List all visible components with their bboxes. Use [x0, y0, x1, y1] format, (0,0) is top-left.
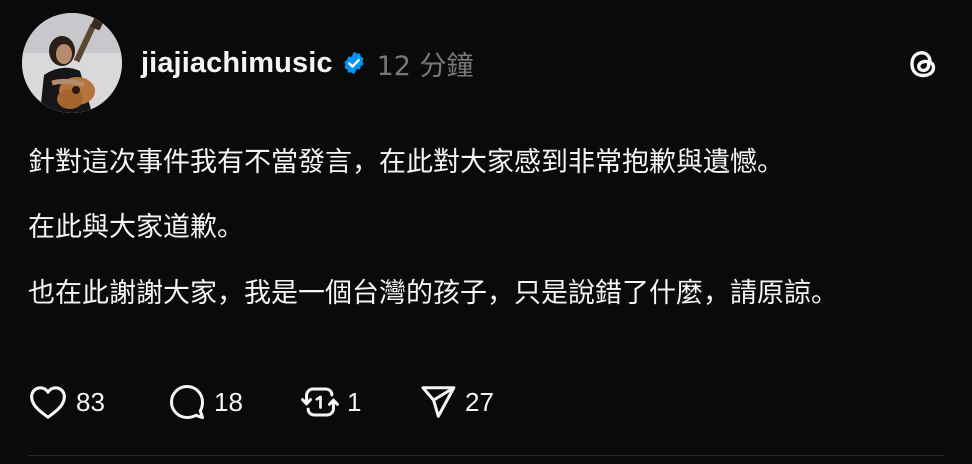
repost-icon: [301, 383, 339, 421]
heart-icon: [28, 384, 68, 420]
post-paragraph: 也在此謝謝大家，我是一個台灣的孩子，只是說錯了什麼，請原諒。: [28, 278, 838, 309]
thread-post: jiajiachimusic 12 分鐘 針對這次事件我有不當發言，在此對大家感…: [0, 0, 972, 464]
verified-badge-icon: [341, 50, 367, 76]
post-header: jiajiachimusic 12 分鐘: [141, 42, 474, 84]
avatar[interactable]: [22, 13, 122, 113]
reply-count: 18: [214, 386, 243, 417]
comment-bubble-icon: [168, 383, 206, 421]
share-count: 27: [465, 386, 494, 417]
post-timestamp: 12 分鐘: [376, 50, 474, 82]
share-button[interactable]: 27: [419, 380, 539, 424]
threads-logo-icon[interactable]: [904, 44, 942, 82]
post-actions: 83 18 1 27: [28, 380, 539, 424]
like-count: 83: [76, 386, 105, 417]
post-paragraph: 針對這次事件我有不當發言，在此對大家感到非常抱歉與遺憾。: [28, 147, 784, 178]
post-paragraph: 在此與大家道歉。: [28, 212, 244, 243]
divider: [28, 455, 944, 456]
repost-count: 1: [347, 386, 362, 417]
send-icon: [419, 383, 457, 421]
username[interactable]: jiajiachimusic: [141, 47, 333, 80]
repost-button[interactable]: 1: [301, 380, 419, 424]
reply-button[interactable]: 18: [168, 380, 301, 424]
like-button[interactable]: 83: [28, 380, 168, 424]
